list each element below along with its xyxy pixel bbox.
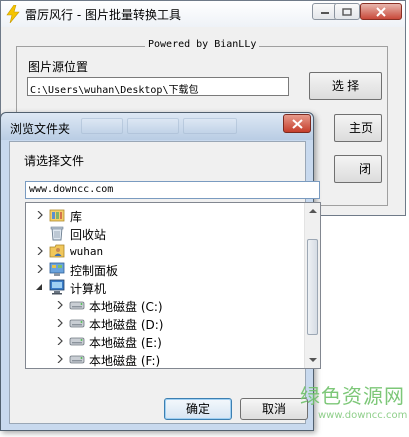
- tree-item-label: 计算机: [70, 282, 107, 296]
- tree-item-drive-e[interactable]: 本地磁盘 (E:): [26, 333, 296, 350]
- tree-item-user-folder[interactable]: wuhan: [26, 243, 296, 260]
- dialog-prompt: 请选择文件: [24, 154, 85, 168]
- dialog-title: 浏览文件夹: [10, 122, 71, 136]
- tree-item-control-panel[interactable]: 控制面板: [26, 261, 296, 278]
- computer-icon: [49, 279, 65, 295]
- tree-item-drive-f[interactable]: 本地磁盘 (F:): [26, 351, 296, 368]
- user-folder-icon: [49, 244, 65, 258]
- lightning-icon: [6, 5, 20, 23]
- home-button[interactable]: 主页: [334, 114, 382, 142]
- library-icon: [49, 209, 65, 222]
- site-watermark: 绿色资源网 www.downcc.com: [300, 380, 408, 432]
- recycle-bin-icon: [50, 226, 64, 241]
- tree-item-recycle-bin[interactable]: 回收站: [26, 225, 296, 242]
- tree-item-label: 本地磁盘 (C:): [89, 300, 163, 314]
- drive-icon: [69, 337, 85, 346]
- drive-icon: [69, 301, 85, 310]
- group-title: Powered by BianLLy: [145, 39, 260, 50]
- exit-button[interactable]: 闭: [334, 155, 382, 183]
- maximize-button[interactable]: [334, 3, 360, 20]
- tree-item-drive-d[interactable]: 本地磁盘 (D:): [26, 315, 296, 332]
- drive-icon: [69, 355, 85, 364]
- drive-icon: [69, 319, 85, 328]
- tree-item-computer[interactable]: 计算机: [26, 279, 296, 296]
- tree-item-label: wuhan: [70, 245, 104, 258]
- tree-item-label: 本地磁盘 (D:): [89, 318, 164, 332]
- dialog-titlebar[interactable]: 浏览文件夹: [1, 113, 313, 140]
- expand-arrow-icon[interactable]: [56, 301, 64, 309]
- tree-item-library[interactable]: 库: [26, 207, 296, 224]
- scroll-thumb[interactable]: [307, 239, 318, 335]
- minimize-icon: [321, 11, 329, 14]
- tree-item-label: 本地磁盘 (F:): [89, 354, 161, 368]
- tree-item-label: 控制面板: [70, 264, 119, 278]
- folder-tree[interactable]: 库 回收站 wuhan 控制面板 计算机 本地磁盘 (C:) 本地磁盘 (D:)…: [25, 202, 321, 369]
- cancel-button[interactable]: 取消: [240, 398, 308, 420]
- window-title: 雷厉风行 - 图片批量转换工具: [25, 8, 181, 22]
- tree-item-drive-c[interactable]: 本地磁盘 (C:): [26, 297, 296, 314]
- folder-path-input[interactable]: www.downcc.com: [25, 181, 320, 199]
- expand-arrow-icon[interactable]: [36, 247, 44, 255]
- expand-arrow-icon[interactable]: [56, 319, 64, 327]
- close-icon: [376, 6, 386, 17]
- expand-arrow-icon[interactable]: [36, 211, 44, 219]
- tree-item-label: 回收站: [70, 228, 107, 242]
- expand-arrow-icon[interactable]: [56, 337, 64, 345]
- expand-arrow-icon[interactable]: [56, 355, 64, 363]
- main-titlebar[interactable]: 雷厉风行 - 图片批量转换工具: [1, 1, 405, 27]
- source-label: 图片源位置: [28, 60, 89, 74]
- background-taskbar-reflection: [81, 118, 271, 134]
- maximize-icon: [342, 7, 352, 16]
- tree-item-label: 库: [70, 210, 83, 224]
- select-button[interactable]: 选 择: [309, 72, 382, 100]
- close-icon: [292, 119, 303, 129]
- dialog-close-button[interactable]: [283, 114, 311, 133]
- tree-item-label: 本地磁盘 (E:): [89, 336, 162, 350]
- collapse-arrow-icon[interactable]: [35, 283, 43, 291]
- control-panel-icon: [49, 262, 65, 276]
- scroll-up-icon[interactable]: [305, 203, 321, 219]
- scroll-down-icon[interactable]: [305, 352, 321, 368]
- main-close-button[interactable]: [360, 3, 402, 20]
- ok-button[interactable]: 确定: [164, 398, 232, 420]
- tree-vertical-scrollbar[interactable]: [304, 203, 320, 368]
- watermark-text: 绿色资源网: [300, 384, 405, 408]
- expand-arrow-icon[interactable]: [36, 265, 44, 273]
- source-path-field[interactable]: C:\Users\wuhan\Desktop\下载包: [27, 77, 289, 96]
- watermark-url: www.downcc.com: [318, 410, 408, 421]
